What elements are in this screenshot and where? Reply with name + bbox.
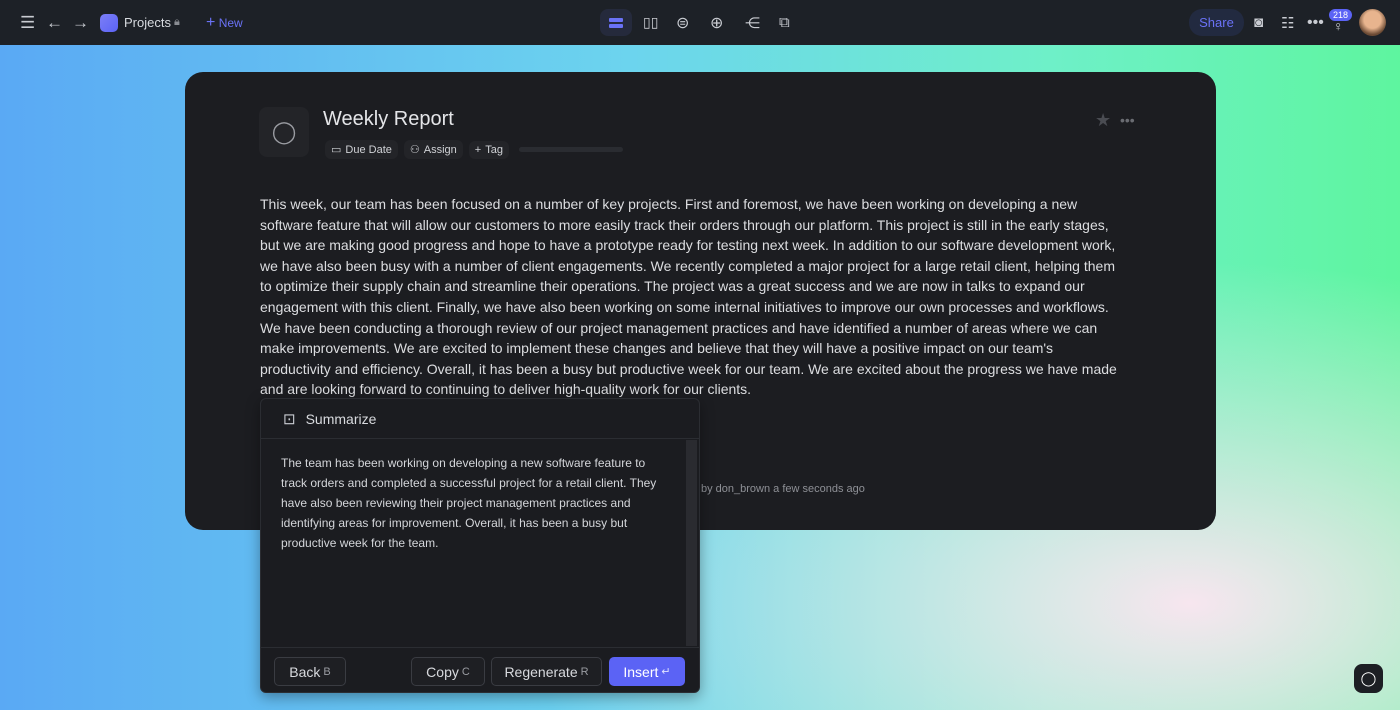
document-icon: ◯ xyxy=(259,107,309,157)
more-icon[interactable]: ••• xyxy=(1307,14,1324,32)
assign-button[interactable]: ⚇ Assign xyxy=(403,140,463,159)
hierarchy-icon[interactable]: ⧉ xyxy=(779,14,790,31)
robot-icon: ⊡ xyxy=(283,410,296,428)
summary-text[interactable]: The team has been working on developing … xyxy=(281,453,671,553)
due-date-button[interactable]: ▭ Due Date xyxy=(325,140,398,159)
view-list-button[interactable] xyxy=(600,9,632,36)
sidebar-toggle-icon[interactable]: ☰ xyxy=(20,13,35,33)
settings-sliders-icon[interactable]: ☷ xyxy=(1281,14,1294,32)
share-button[interactable]: Share xyxy=(1189,9,1244,36)
plus-icon: + xyxy=(206,13,216,31)
insert-button[interactable]: Insert ↵ xyxy=(609,657,685,686)
regenerate-button[interactable]: Regenerate R xyxy=(491,657,602,686)
chat-button[interactable]: ◯ xyxy=(1354,664,1383,693)
plus-icon: + xyxy=(474,143,482,156)
summarize-popup: ⊡ Summarize The team has been working on… xyxy=(260,398,700,693)
board-view-icon[interactable]: ▯▯ xyxy=(643,14,658,31)
share-graph-icon[interactable]: ⋲ xyxy=(745,14,760,32)
edit-meta: by don_brown a few seconds ago xyxy=(701,483,865,495)
project-icon xyxy=(100,13,118,32)
lock-icon: 🔒︎ xyxy=(174,16,180,28)
table-view-icon[interactable]: ⊜ xyxy=(676,13,689,33)
more-options-icon[interactable]: ••• xyxy=(1120,112,1135,128)
new-button[interactable]: + New xyxy=(206,14,243,32)
grid-view-icon[interactable]: ⊕ xyxy=(710,13,723,33)
popup-title: Summarize xyxy=(305,410,377,427)
calendar-icon: ▭ xyxy=(331,144,342,156)
back-arrow-icon[interactable]: ← xyxy=(46,13,63,33)
top-bar: ☰ ← → Projects 🔒︎ + New ▯▯ ⊜ ⊕ ⋲ ⧉ Share… xyxy=(0,0,1400,45)
copy-button[interactable]: Copy C xyxy=(411,657,485,686)
tag-button[interactable]: + Tag xyxy=(468,140,509,159)
user-icon: ⚇ xyxy=(409,144,420,156)
back-button[interactable]: Back B xyxy=(274,657,346,686)
document-body[interactable]: This week, our team has been focused on … xyxy=(260,194,1120,400)
notification-badge: 218 xyxy=(1329,9,1353,21)
chat-bubble-icon: ◯ xyxy=(1360,670,1377,686)
forward-arrow-icon[interactable]: → xyxy=(72,13,89,33)
star-icon[interactable]: ★ xyxy=(1095,110,1111,131)
activity-icon[interactable]: ◙ xyxy=(1254,14,1263,31)
scrollbar[interactable] xyxy=(686,440,697,646)
progress-bar xyxy=(518,147,623,152)
avatar[interactable] xyxy=(1359,9,1386,36)
page-title[interactable]: Weekly Report xyxy=(323,108,454,131)
project-name[interactable]: Projects xyxy=(124,15,171,30)
